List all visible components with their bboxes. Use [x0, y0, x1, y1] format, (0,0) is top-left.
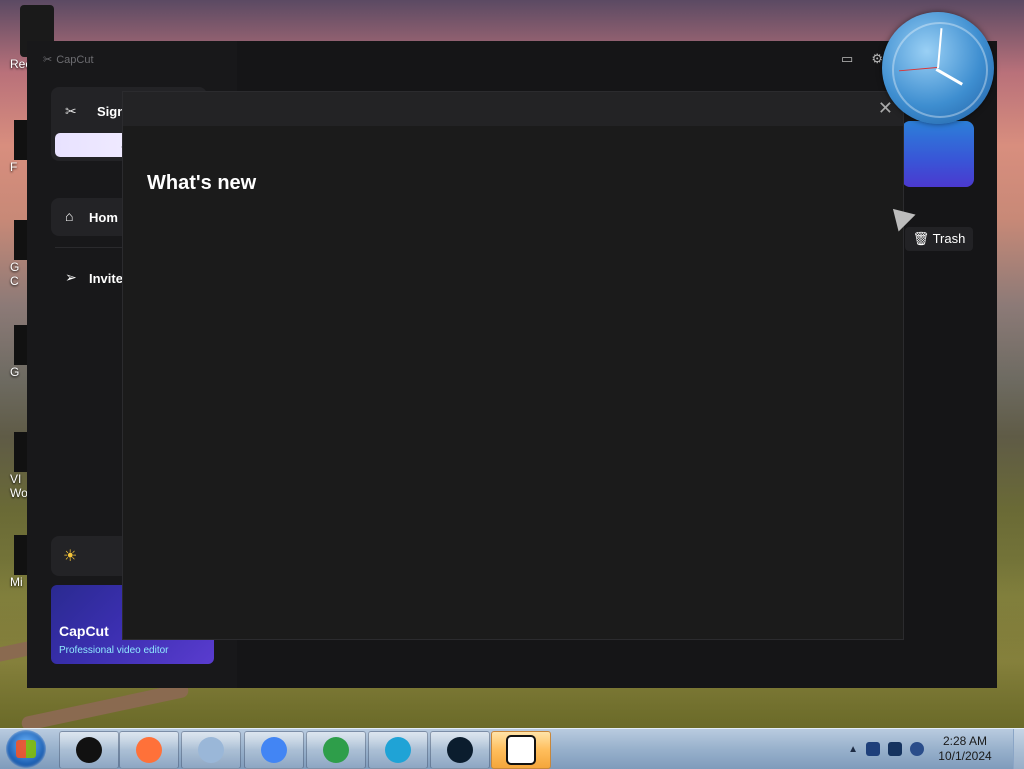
- dialog-title: What's new: [147, 172, 257, 194]
- close-icon[interactable]: ✕: [878, 99, 893, 117]
- media-tool-icon: [198, 737, 224, 763]
- system-tray: ▲ 2:28 AM 10/1/2024: [848, 729, 1024, 769]
- taskbar-ie-button[interactable]: [306, 731, 366, 769]
- edge-icon: [385, 737, 411, 763]
- taskbar: ▲ 2:28 AM 10/1/2024: [0, 728, 1024, 769]
- window-title: ✂ CapCut: [43, 53, 94, 67]
- whats-new-dialog: ✕ What's new: [122, 91, 904, 640]
- clock-date: 10/1/2024: [938, 749, 992, 763]
- clock-gadget[interactable]: [882, 12, 994, 124]
- taskbar-chrome-button[interactable]: [244, 731, 304, 769]
- sidebar-item-label: Invite: [89, 271, 123, 286]
- show-desktop-button[interactable]: [1013, 729, 1024, 769]
- taskbar-clock[interactable]: 2:28 AM 10/1/2024: [932, 734, 998, 764]
- trash-button[interactable]: 🗑 Trash: [905, 227, 973, 251]
- firefox-icon: [136, 737, 162, 763]
- send-icon: ➢: [65, 269, 77, 285]
- trash-icon: 🗑: [912, 231, 930, 246]
- window-title-text: CapCut: [56, 53, 94, 66]
- chrome-icon: [261, 737, 287, 763]
- top-toolbar: ▭ ⚙: [841, 51, 883, 67]
- ie-icon: [323, 737, 349, 763]
- volume-icon[interactable]: [910, 742, 924, 756]
- taskbar-edge-button[interactable]: [368, 731, 428, 769]
- taskbar-media-tool-button[interactable]: [181, 731, 241, 769]
- capcut-logo-icon: ✂: [43, 54, 53, 66]
- tray-app-icon[interactable]: [866, 742, 880, 756]
- promo-title: CapCut: [59, 623, 109, 639]
- network-icon[interactable]: [888, 742, 902, 756]
- clock-time: 2:28 AM: [942, 734, 988, 748]
- capcut-logo-icon: ✂: [65, 103, 77, 119]
- app-1-icon: [76, 737, 102, 763]
- banner-card[interactable]: [902, 121, 974, 187]
- windows-logo-icon: [16, 740, 36, 758]
- sign-in-label: Sign: [97, 104, 126, 119]
- taskbar-app-1-button[interactable]: [59, 731, 119, 769]
- feedback-icon[interactable]: ▭: [841, 51, 853, 67]
- dialog-header: ✕: [123, 92, 903, 126]
- home-icon: ⌂: [65, 208, 74, 224]
- promo-subtitle: Professional video editor: [59, 645, 169, 656]
- monitor-icon: [447, 737, 473, 763]
- taskbar-firefox-button[interactable]: [119, 731, 179, 769]
- trash-label: Trash: [932, 231, 966, 246]
- sidebar-item-label: Hom: [89, 210, 118, 225]
- sun-icon: ☀: [63, 548, 78, 565]
- capcut-icon: [506, 735, 536, 765]
- start-button[interactable]: [6, 730, 46, 768]
- taskbar-monitor-button[interactable]: [430, 731, 490, 769]
- taskbar-capcut-button[interactable]: [491, 731, 551, 769]
- show-hidden-icons-icon[interactable]: ▲: [848, 744, 858, 755]
